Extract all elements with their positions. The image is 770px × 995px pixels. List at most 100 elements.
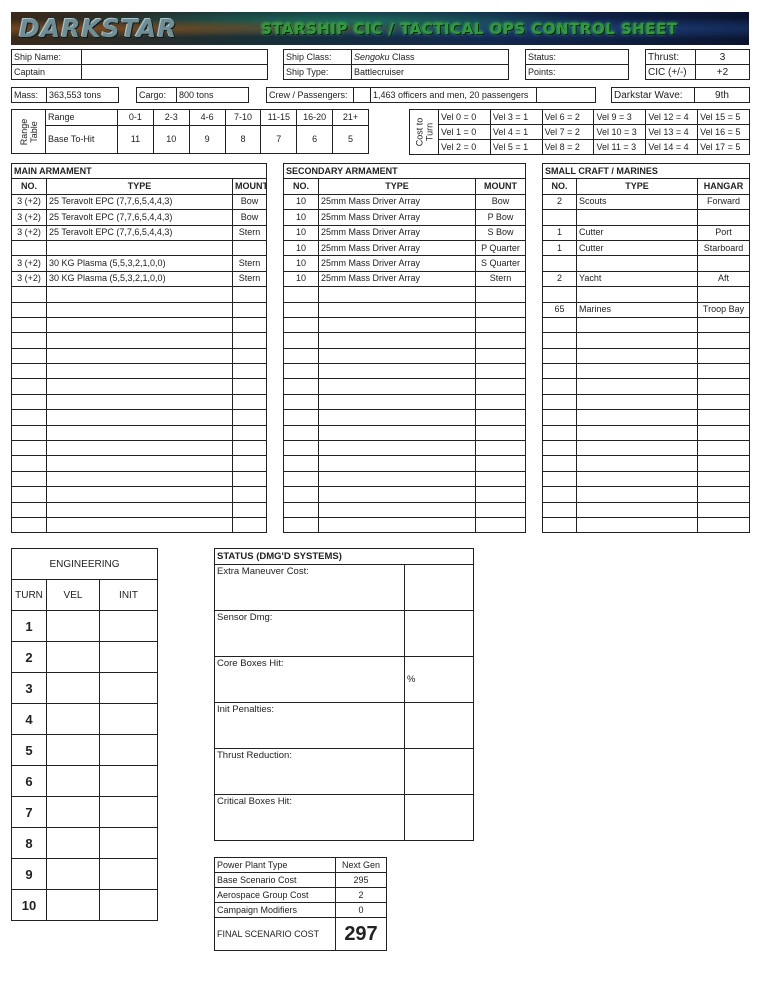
main-armament-no-cell[interactable]	[11, 440, 47, 457]
secondary-armament-mount-cell[interactable]	[475, 363, 526, 380]
secondary-armament-type-cell[interactable]	[318, 332, 476, 349]
main-armament-type-cell[interactable]	[46, 347, 233, 365]
main-armament-mount-cell[interactable]	[232, 486, 267, 503]
small-craft-mount-cell[interactable]	[697, 347, 750, 365]
secondary-armament-no-cell[interactable]: 10	[283, 239, 319, 257]
small-craft-type-cell[interactable]	[576, 332, 698, 349]
secondary-armament-type-cell[interactable]: 25mm Mass Driver Array	[318, 239, 476, 257]
ship-type-field[interactable]: Battlecruiser	[351, 64, 509, 80]
main-armament-no-cell[interactable]	[11, 424, 47, 442]
secondary-armament-type-cell[interactable]: 25mm Mass Driver Array	[318, 224, 476, 241]
small-craft-mount-cell[interactable]: Forward	[697, 193, 750, 211]
secondary-armament-type-cell[interactable]	[318, 363, 476, 380]
secondary-armament-mount-cell[interactable]	[475, 316, 526, 334]
small-craft-no-cell[interactable]	[542, 316, 577, 334]
main-armament-mount-cell[interactable]	[232, 347, 267, 365]
secondary-armament-mount-cell[interactable]	[475, 455, 526, 472]
main-armament-mount-cell[interactable]	[232, 516, 267, 534]
small-craft-mount-cell[interactable]	[697, 255, 750, 272]
secondary-armament-type-cell[interactable]	[318, 516, 476, 534]
secondary-armament-mount-cell[interactable]	[475, 440, 526, 457]
main-armament-no-cell[interactable]	[11, 363, 47, 380]
main-armament-no-cell[interactable]	[11, 286, 47, 303]
main-armament-no-cell[interactable]	[11, 316, 47, 334]
ship-class-field[interactable]: Sengoku Class	[351, 49, 509, 65]
status-value-cell[interactable]	[404, 564, 474, 611]
main-armament-mount-cell[interactable]	[232, 440, 267, 457]
main-armament-mount-cell[interactable]: Bow	[232, 209, 267, 226]
secondary-armament-type-cell[interactable]	[318, 440, 476, 457]
small-craft-mount-cell[interactable]	[697, 455, 750, 472]
small-craft-no-cell[interactable]	[542, 455, 577, 472]
secondary-armament-no-cell[interactable]	[283, 316, 319, 334]
secondary-armament-no-cell[interactable]	[283, 501, 319, 518]
small-craft-no-cell[interactable]	[542, 440, 577, 457]
small-craft-mount-cell[interactable]	[697, 316, 750, 334]
small-craft-mount-cell[interactable]	[697, 286, 750, 303]
small-craft-no-cell[interactable]: 2	[542, 270, 577, 288]
velocity-cell[interactable]	[46, 672, 100, 704]
main-armament-no-cell[interactable]	[11, 347, 47, 365]
secondary-armament-type-cell[interactable]: 25mm Mass Driver Array	[318, 270, 476, 288]
small-craft-type-cell[interactable]	[576, 255, 698, 272]
small-craft-type-cell[interactable]	[576, 393, 698, 411]
status-label[interactable]: Status:	[525, 49, 629, 65]
velocity-cell[interactable]	[46, 827, 100, 859]
main-armament-no-cell[interactable]: 3 (+2)	[11, 270, 47, 288]
secondary-armament-type-cell[interactable]	[318, 393, 476, 411]
secondary-armament-no-cell[interactable]: 10	[283, 255, 319, 272]
small-craft-type-cell[interactable]	[576, 501, 698, 518]
secondary-armament-type-cell[interactable]	[318, 378, 476, 395]
status-value-cell[interactable]	[404, 794, 474, 841]
main-armament-type-cell[interactable]	[46, 393, 233, 411]
main-armament-type-cell[interactable]	[46, 378, 233, 395]
small-craft-type-cell[interactable]: Cutter	[576, 224, 698, 241]
small-craft-type-cell[interactable]	[576, 470, 698, 488]
main-armament-no-cell[interactable]	[11, 301, 47, 318]
small-craft-type-cell[interactable]	[576, 440, 698, 457]
crew-value[interactable]: 1,463 officers and men, 20 passengers	[370, 87, 537, 103]
secondary-armament-mount-cell[interactable]	[475, 501, 526, 518]
small-craft-no-cell[interactable]: 65	[542, 301, 577, 318]
main-armament-mount-cell[interactable]	[232, 239, 267, 257]
main-armament-no-cell[interactable]	[11, 501, 47, 518]
secondary-armament-mount-cell[interactable]: Bow	[475, 193, 526, 211]
velocity-cell[interactable]	[46, 703, 100, 735]
small-craft-mount-cell[interactable]	[697, 470, 750, 488]
velocity-cell[interactable]	[46, 858, 100, 890]
ship-name-field[interactable]	[81, 49, 268, 65]
secondary-armament-no-cell[interactable]	[283, 470, 319, 488]
small-craft-mount-cell[interactable]: Troop Bay	[697, 301, 750, 318]
captain-field[interactable]	[81, 64, 268, 80]
thrust-value[interactable]: 3	[695, 49, 750, 65]
main-armament-type-cell[interactable]	[46, 516, 233, 534]
crew-extra-field[interactable]	[536, 87, 596, 103]
crew-blank-field[interactable]	[353, 87, 371, 103]
small-craft-mount-cell[interactable]	[697, 440, 750, 457]
secondary-armament-no-cell[interactable]	[283, 516, 319, 534]
small-craft-type-cell[interactable]: Marines	[576, 301, 698, 318]
small-craft-no-cell[interactable]	[542, 255, 577, 272]
small-craft-no-cell[interactable]	[542, 347, 577, 365]
secondary-armament-type-cell[interactable]	[318, 470, 476, 488]
main-armament-no-cell[interactable]	[11, 332, 47, 349]
main-armament-no-cell[interactable]	[11, 455, 47, 472]
secondary-armament-type-cell[interactable]	[318, 347, 476, 365]
velocity-cell[interactable]	[46, 796, 100, 828]
small-craft-type-cell[interactable]	[576, 516, 698, 534]
wave-value[interactable]: 9th	[694, 87, 750, 103]
secondary-armament-type-cell[interactable]	[318, 424, 476, 442]
main-armament-type-cell[interactable]	[46, 470, 233, 488]
main-armament-mount-cell[interactable]	[232, 501, 267, 518]
small-craft-no-cell[interactable]	[542, 501, 577, 518]
secondary-armament-mount-cell[interactable]	[475, 424, 526, 442]
small-craft-no-cell[interactable]: 1	[542, 239, 577, 257]
initiative-cell[interactable]	[99, 858, 158, 890]
small-craft-mount-cell[interactable]	[697, 209, 750, 226]
main-armament-type-cell[interactable]	[46, 301, 233, 318]
secondary-armament-type-cell[interactable]	[318, 501, 476, 518]
secondary-armament-mount-cell[interactable]: P Bow	[475, 209, 526, 226]
main-armament-type-cell[interactable]	[46, 239, 233, 257]
small-craft-type-cell[interactable]	[576, 409, 698, 426]
small-craft-mount-cell[interactable]	[697, 332, 750, 349]
